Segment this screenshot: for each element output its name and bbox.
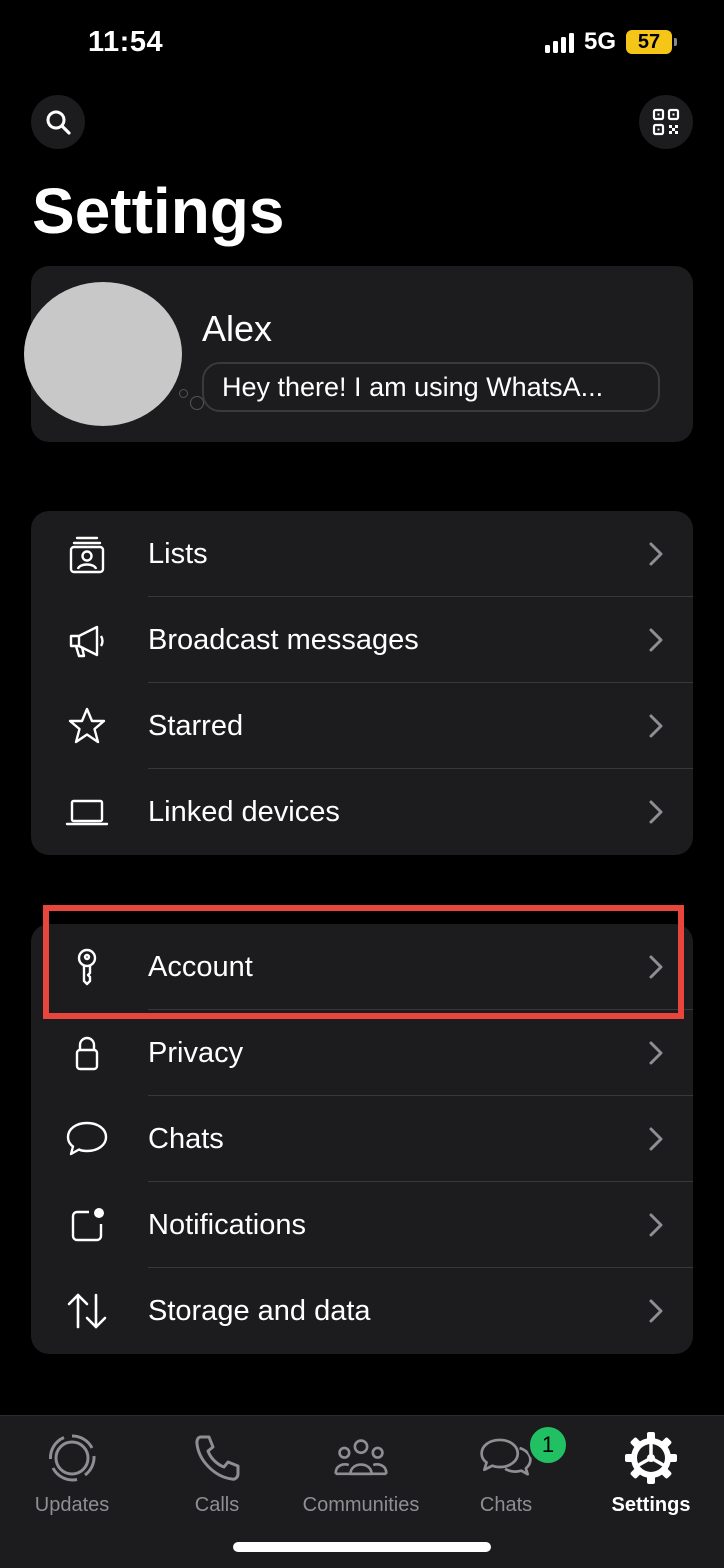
menu-item-label: Linked devices: [148, 795, 340, 828]
profile-status[interactable]: Hey there! I am using WhatsA...: [202, 362, 660, 412]
menu-item-label: Notifications: [148, 1208, 306, 1241]
status-time: 11:54: [88, 26, 164, 58]
settings-gear-icon: [623, 1430, 679, 1486]
lists-icon: [65, 532, 109, 576]
qr-code-icon: [652, 108, 680, 136]
signal-icon: [544, 31, 574, 53]
laptop-icon: [65, 790, 109, 834]
status-indicators: 5G 57: [544, 28, 677, 56]
profile-name[interactable]: Alex: [202, 308, 272, 350]
menu-item-label: Privacy: [148, 1036, 244, 1069]
chats-unread-badge: 1: [527, 1424, 569, 1466]
page-title: Settings: [32, 175, 285, 247]
tab-label: Settings: [611, 1494, 691, 1516]
chevron-right-icon: [649, 800, 663, 824]
communities-icon: [333, 1430, 389, 1486]
chevron-right-icon: [649, 714, 663, 738]
chevron-right-icon: [649, 1213, 663, 1237]
menu-item-notifications[interactable]: Notifications: [31, 1182, 693, 1268]
network-type: 5G: [583, 28, 616, 55]
tab-label: Calls: [194, 1494, 240, 1516]
chevron-right-icon: [649, 542, 663, 566]
updates-icon: [44, 1430, 100, 1486]
chevron-right-icon: [649, 1299, 663, 1323]
home-indicator: [233, 1542, 491, 1552]
menu-item-label: Lists: [148, 537, 208, 570]
menu-item-storage-and-data[interactable]: Storage and data: [31, 1268, 693, 1354]
menu-item-chats[interactable]: Chats: [31, 1096, 693, 1182]
tab-label: Communities: [302, 1494, 420, 1516]
avatar[interactable]: [24, 282, 182, 426]
profile-status-text: Hey there! I am using WhatsA...: [222, 371, 604, 402]
settings-screen: 11:54 5G 57 Settings Alex Hey there! I a…: [0, 0, 724, 1568]
menu-group-tools: Lists Broadcast messages Starred Linked …: [31, 511, 693, 855]
menu-item-linked-devices[interactable]: Linked devices: [31, 769, 693, 855]
tab-settings[interactable]: Settings: [581, 1430, 721, 1517]
battery-icon: 57: [626, 30, 677, 54]
lock-icon: [65, 1031, 109, 1075]
menu-item-label: Chats: [148, 1122, 224, 1155]
menu-item-broadcast-messages[interactable]: Broadcast messages: [31, 597, 693, 683]
search-button[interactable]: [31, 95, 85, 149]
star-icon: [65, 704, 109, 748]
search-icon: [46, 110, 71, 135]
menu-item-label: Storage and data: [148, 1294, 371, 1327]
tab-calls[interactable]: Calls: [147, 1430, 287, 1517]
menu-item-label: Starred: [148, 709, 244, 742]
tab-communities[interactable]: Communities: [291, 1430, 431, 1517]
tab-label: Updates: [34, 1494, 110, 1516]
notification-icon: [65, 1203, 109, 1247]
menu-item-privacy[interactable]: Privacy: [31, 1010, 693, 1096]
menu-item-lists[interactable]: Lists: [31, 511, 693, 597]
chats-tab-icon: [478, 1430, 534, 1486]
tab-label: Chats: [479, 1494, 533, 1516]
menu-item-label: Broadcast messages: [148, 623, 419, 656]
tab-updates[interactable]: Updates: [2, 1430, 142, 1517]
chevron-right-icon: [649, 1127, 663, 1151]
account-highlight-box: [43, 905, 684, 1019]
chevron-right-icon: [649, 1041, 663, 1065]
phone-icon: [189, 1430, 245, 1486]
menu-item-starred[interactable]: Starred: [31, 683, 693, 769]
battery-level: 57: [637, 30, 661, 53]
megaphone-icon: [65, 618, 109, 662]
qr-code-button[interactable]: [639, 95, 693, 149]
thought-bubble-dot: [179, 389, 188, 398]
chevron-right-icon: [649, 628, 663, 652]
chat-bubble-icon: [65, 1117, 109, 1161]
storage-arrows-icon: [65, 1289, 109, 1333]
